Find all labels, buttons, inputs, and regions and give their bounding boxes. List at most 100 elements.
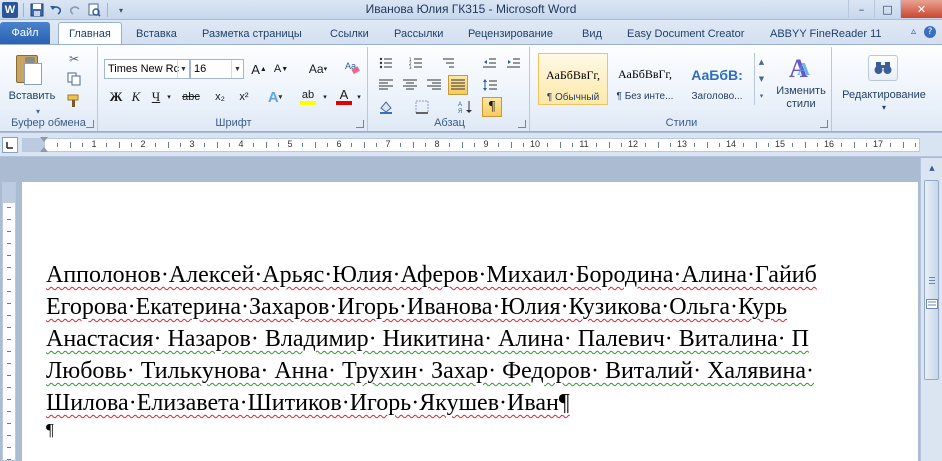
document-line[interactable]: Любовь· Тилькунова· Анна· Трухин· Захар·…	[46, 355, 918, 387]
bold-button[interactable]: Ж	[108, 87, 124, 107]
minimize-button[interactable]: –	[848, 0, 874, 18]
editing-button[interactable]: Редактирование ▾	[834, 51, 934, 117]
maximize-button[interactable]: □	[874, 0, 900, 18]
view-ruler-icon[interactable]	[923, 296, 940, 312]
paste-button[interactable]: Вставить	[2, 90, 62, 102]
numbering-icon[interactable]: 123	[406, 53, 426, 73]
gallery-more-icon[interactable]: ▾	[760, 92, 764, 100]
empty-paragraph-mark[interactable]: ¶	[46, 419, 918, 441]
highlight-button[interactable]: ab	[296, 87, 320, 107]
close-button[interactable]: ✕	[900, 0, 942, 18]
change-styles-label: Изменить стили	[776, 85, 826, 110]
ruler-tick	[902, 142, 904, 148]
tab-insert[interactable]: Вставка	[136, 24, 177, 44]
horizontal-ruler[interactable]: 12345678910111213141516171	[22, 137, 920, 153]
style-normal-sample: АаБбВвГг,	[545, 68, 600, 82]
tab-selector[interactable]	[2, 137, 18, 153]
ruler-tick	[890, 143, 892, 147]
font-color-button[interactable]: A	[334, 87, 354, 107]
tab-review[interactable]: Рецензирование	[468, 24, 553, 44]
tab-references[interactable]: Ссылки	[330, 24, 369, 44]
paragraph-group-label: Абзац	[434, 117, 465, 129]
document-line[interactable]: Шилова·Елизавета·Шитиков·Игорь·Якушев·Ив…	[46, 387, 918, 419]
vertical-ruler[interactable]	[2, 182, 16, 461]
minimize-ribbon-icon[interactable]: ▵	[911, 26, 916, 38]
first-line-indent-marker[interactable]	[40, 137, 48, 142]
styles-gallery-scroll[interactable]: ▲ ▼ ▾	[754, 53, 768, 105]
help-icon[interactable]: ?	[924, 26, 936, 38]
subscript-button[interactable]: x₂	[210, 87, 230, 107]
tab-view[interactable]: Вид	[582, 24, 602, 44]
font-name-select[interactable]: Times New Rc ▼	[104, 59, 190, 79]
cut-icon[interactable]: ✂	[66, 51, 82, 67]
style-heading-1[interactable]: АаБбВ: Заголово...	[682, 53, 752, 105]
document-line[interactable]: Апполонов·Алексей·Арьяс·Юлия·Аферов·Миха…	[46, 259, 918, 291]
style-no-spacing[interactable]: АаБбВвГг, ¶ Без инте...	[610, 53, 680, 105]
chevron-down-icon[interactable]: ▼	[231, 60, 243, 78]
ruler-tick	[69, 142, 71, 148]
shrink-font-button[interactable]: A ▼	[272, 59, 290, 79]
multilevel-list-icon[interactable]	[438, 53, 458, 73]
ruler-number: 14	[725, 139, 737, 149]
scroll-up-icon[interactable]: ▲	[924, 160, 940, 176]
line-spacing-icon[interactable]	[480, 75, 500, 95]
clear-formatting-icon[interactable]: Aa	[344, 59, 360, 75]
tab-mailings[interactable]: Рассылки	[394, 24, 443, 44]
style-normal[interactable]: АаБбВвГг, ¶ Обычный	[538, 53, 608, 105]
align-right-icon[interactable]	[424, 75, 444, 95]
change-styles-button[interactable]: AA Изменить стили	[772, 51, 830, 117]
clipboard-launcher-icon[interactable]	[86, 120, 94, 128]
chevron-down-icon[interactable]: ▾	[354, 87, 364, 107]
document-page[interactable]: Апполонов·Алексей·Арьяс·Юлия·Аферов·Миха…	[22, 182, 918, 461]
justify-icon[interactable]	[448, 75, 468, 95]
change-case-button[interactable]: Aa ▾	[304, 59, 332, 79]
scrollbar-thumb[interactable]	[924, 180, 939, 380]
ruler-tick	[461, 142, 463, 148]
strikethrough-button[interactable]: abc	[178, 87, 204, 107]
chevron-down-icon[interactable]: ▾	[320, 87, 330, 107]
format-painter-icon[interactable]	[66, 93, 82, 109]
tab-home[interactable]: Главная	[58, 22, 122, 45]
copy-icon[interactable]	[66, 71, 82, 87]
chevron-up-icon[interactable]: ▲	[759, 58, 764, 66]
document-line[interactable]: Анастасия· Назаров· Владимир· Никитина· …	[46, 323, 918, 355]
sort-icon[interactable]: AЯ	[456, 97, 476, 117]
bullets-icon[interactable]	[376, 53, 396, 73]
superscript-button[interactable]: x²	[234, 87, 254, 107]
paste-sheet	[24, 63, 42, 85]
align-center-icon[interactable]	[400, 75, 420, 95]
document-body[interactable]: Апполонов·Алексей·Арьяс·Юлия·Аферов·Миха…	[46, 259, 918, 441]
vertical-scrollbar[interactable]: ▲	[920, 158, 942, 461]
text-effects-button[interactable]: A ▾	[264, 87, 286, 107]
highlight-label: ab	[301, 88, 315, 101]
italic-button[interactable]: К	[128, 87, 144, 107]
increase-indent-icon[interactable]	[504, 53, 524, 73]
decrease-indent-icon[interactable]	[480, 53, 500, 73]
tab-page-layout[interactable]: Разметка страницы	[202, 24, 302, 44]
grow-font-button[interactable]: A ▲	[250, 59, 268, 79]
ruler-tick	[7, 447, 11, 448]
document-line[interactable]: Егорова·Екатерина·Захаров·Игорь·Иванова·…	[46, 291, 918, 323]
chevron-down-icon[interactable]: ▼	[759, 75, 764, 83]
shading-icon[interactable]	[376, 97, 396, 117]
ruler-tick	[81, 143, 83, 147]
underline-button[interactable]: Ч	[148, 87, 164, 107]
chevron-down-icon[interactable]: ▾	[164, 87, 174, 107]
show-formatting-marks-button[interactable]: ¶	[482, 97, 502, 117]
tab-abbyy-finereader[interactable]: ABBYY FineReader 11	[770, 24, 882, 44]
tab-easy-document-creator[interactable]: Easy Document Creator	[627, 24, 744, 44]
ruler-tick	[645, 143, 647, 147]
indent-marker[interactable]	[40, 137, 49, 153]
paste-icon[interactable]	[14, 51, 46, 87]
tab-file[interactable]: Файл	[0, 22, 50, 44]
align-left-icon[interactable]	[376, 75, 396, 95]
ruler-tick	[841, 143, 843, 147]
borders-icon[interactable]	[412, 97, 432, 117]
chevron-down-icon[interactable]: ▼	[177, 60, 189, 78]
paragraph-launcher-icon[interactable]	[518, 120, 526, 128]
font-size-select[interactable]: 16 ▼	[190, 59, 244, 79]
font-launcher-icon[interactable]	[356, 120, 364, 128]
ruler-top-margin	[3, 183, 15, 203]
styles-launcher-icon[interactable]	[820, 120, 828, 128]
hanging-indent-marker[interactable]	[40, 147, 48, 152]
